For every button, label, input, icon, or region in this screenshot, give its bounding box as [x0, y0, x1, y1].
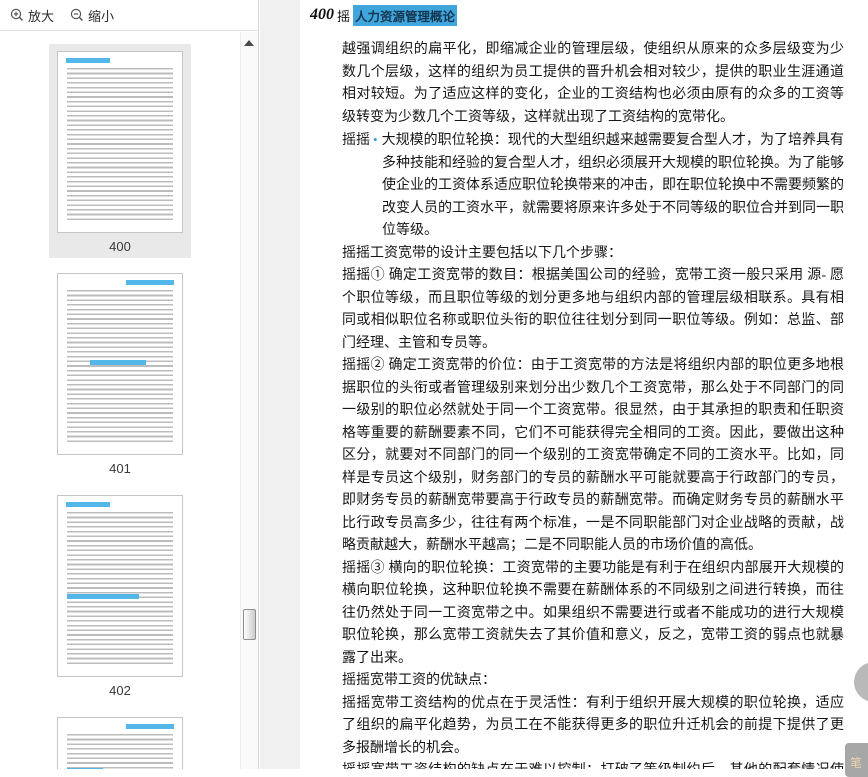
- zoom-in-button[interactable]: 放大: [10, 6, 54, 25]
- thumbnail-highlight-mid-left: [67, 594, 139, 599]
- thumbnail-sidebar: 放大 缩小 400 401 402: [0, 0, 259, 769]
- paragraph: 摇摇② 确定工资宽带的价位：由于工资宽带的方法是将组织内部的职位更多地根据职位的…: [342, 358, 844, 553]
- book-title-highlight: 人力资源管理概论: [353, 4, 458, 26]
- zoom-out-button[interactable]: 缩小: [70, 6, 114, 25]
- zoom-in-label: 放大: [28, 8, 55, 24]
- scrollbar-thumb[interactable]: [243, 609, 256, 640]
- thumbnail-preview: [57, 717, 183, 769]
- paragraph: 摇摇③ 横向的职位轮换：工资宽带的主要功能是有利于在组织内部展开大规模的横向职位…: [342, 560, 844, 666]
- paragraph: 摇摇宽带工资的优缺点：: [342, 673, 496, 688]
- thumbnail-page-402[interactable]: 402: [49, 488, 191, 702]
- thumbnail-text-lines: [67, 290, 173, 445]
- thumbnail-preview: [57, 51, 183, 233]
- header-separator: 摇: [337, 8, 351, 24]
- note-button-label: 笔: [850, 756, 863, 770]
- thumbnail-page-400[interactable]: 400: [49, 44, 191, 258]
- page-header: 400 摇 人力资源管理概论: [310, 4, 844, 26]
- paragraph-space-marker: 摇摇: [342, 133, 371, 148]
- zoom-toolbar: 放大 缩小: [0, 0, 258, 31]
- paragraph: 摇摇宽带工资结构的缺点在于难以控制：打破了等级制约后，其他的配套情况使工资结构面…: [342, 760, 844, 769]
- thumbnail-highlight-header-left: [66, 58, 110, 63]
- paragraph: 摇摇宽带工资结构的优点在于灵活性：有利于组织开展大规模的职位轮换，适应了组织的扁…: [342, 695, 844, 756]
- sidebar-scrollbar[interactable]: [240, 32, 258, 769]
- magnifier-minus-icon: [70, 8, 84, 22]
- scroll-up-arrow-icon[interactable]: [244, 40, 254, 46]
- page-body: 越强调组织的扁平化，即缩减企业的管理层级，使组织从原来的众多层级变为少数几个层级…: [342, 39, 844, 769]
- thumbnail-highlight-header-right: [126, 280, 174, 285]
- thumbnail-page-label: 400: [109, 239, 131, 254]
- page-number: 400: [310, 6, 334, 23]
- paragraph: 摇摇① 确定工资宽带的数目：根据美国公司的经验，宽带工资一般只采用 源- 愿个职…: [342, 268, 844, 351]
- thumbnail-highlight-header-left: [66, 502, 110, 507]
- paragraph: 越强调组织的扁平化，即缩减企业的管理层级，使组织从原来的众多层级变为少数几个层级…: [342, 42, 844, 125]
- paragraph: 摇摇工资宽带的设计主要包括以下几个步骤：: [342, 245, 622, 261]
- thumbnail-page-label: 402: [109, 683, 131, 698]
- thumbnail-highlight-mid-center: [90, 360, 146, 365]
- note-button[interactable]: 笔: [845, 743, 868, 777]
- thumbnail-page-partial[interactable]: [49, 710, 191, 769]
- thumbnail-preview: [57, 495, 183, 677]
- paragraph: 摇摇 • 大规模的职位轮换：现代的大型组织越来越需要复合型人才，为了培养具有多种技能…: [342, 132, 845, 238]
- reader-content-area: 400 摇 人力资源管理概论 越强调组织的扁平化，即缩减企业的管理层级，使组织从…: [260, 0, 868, 769]
- zoom-out-label: 缩小: [88, 8, 115, 24]
- thumbnail-page-label: 401: [109, 461, 131, 476]
- thumbnail-text-lines: [67, 512, 173, 667]
- thumbnail-page-401[interactable]: 401: [49, 266, 191, 480]
- thumbnail-text-lines: [67, 734, 173, 769]
- thumbnail-highlight-header-right: [126, 724, 174, 729]
- list-bullet-icon: •: [373, 132, 378, 147]
- thumbnail-preview: [57, 273, 183, 455]
- thumbnail-text-lines: [67, 68, 173, 223]
- ebook-reader-window: { "toolbar": { "zoom_in_label": "放大", "z…: [0, 0, 868, 777]
- page-sheet: 400 摇 人力资源管理概论 越强调组织的扁平化，即缩减企业的管理层级，使组织从…: [300, 0, 868, 769]
- magnifier-plus-icon: [10, 8, 24, 22]
- thumbnail-list: 400 401 402: [0, 32, 240, 769]
